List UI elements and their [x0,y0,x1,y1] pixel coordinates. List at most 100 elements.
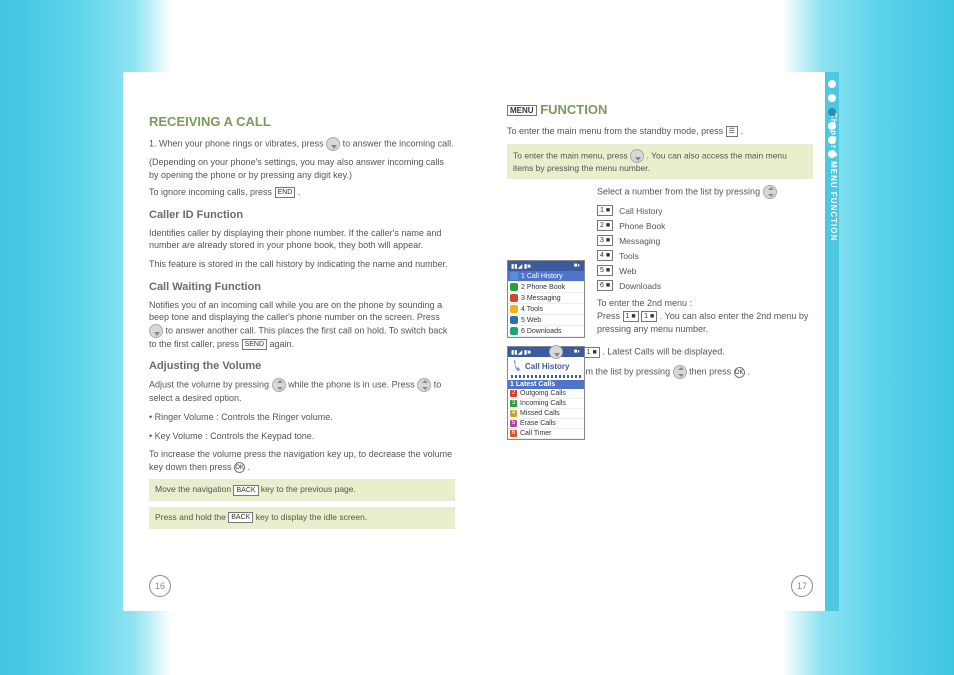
key-5-icon: 5 ■ [597,265,613,276]
phone-submenu-item: 4Missed Calls [508,409,584,419]
phone-submenu-title: Call History [508,357,584,375]
second-menu-p: To enter the 2nd menu : Press 1 ■ 1 ■ . … [597,297,813,335]
menu-row: 2 ■Phone Book [597,220,813,231]
text: Missed Calls [520,410,560,417]
text: Notifies you of an incoming call while y… [149,300,442,323]
side-band: Chapter 3 MENU FUNCTION [825,72,839,611]
text: again. [270,339,295,349]
nav-updown-icon [763,185,777,199]
battery-icon: ■◐ [574,263,581,269]
text: Messaging [619,236,660,246]
text: while the phone is in use. Press [288,380,415,390]
send-key-icon: SEND [242,339,267,350]
nav-updown-icon [272,378,286,392]
note-main-menu: To enter the main menu, press . You can … [507,144,813,180]
text: 6 Downloads [521,328,561,335]
text: 1 Call History [521,273,563,280]
key-4-icon: 4 ■ [597,250,613,261]
note-back-1: Move the navigation BACK key to the prev… [149,479,455,501]
ok-key-icon: OK [234,462,245,473]
step-options: (Depending on your phone's settings, you… [149,156,455,181]
chapter-label: Chapter 3 MENU FUNCTION [829,112,838,241]
nav-updown-icon [417,378,431,392]
menu-item-icon [510,272,518,280]
menu-row: 5 ■ Web [597,265,813,276]
text: Erase Calls [520,420,556,427]
text: Call History [619,206,662,216]
text: Move the navigation [155,484,233,494]
menu-key-icon: MENU [507,105,537,116]
phone-status-bar: ▮▮◢ ▮■ ■◐ [508,347,584,357]
key-1-icon: 1 ■ [623,311,639,322]
text: Press [597,311,620,321]
phone-screenshot-main-menu: ▮▮◢ ▮■ ■◐ 1 Call History2 Phone Book3 Me… [507,260,585,338]
signal-icon: ▮▮◢ ▮■ [511,349,531,356]
text: 1. When your phone rings or vibrates, pr… [149,138,324,148]
volume-ringer: • Ringer Volume : Controls the Ringer vo… [149,411,455,424]
phone-menu-item: 6 Downloads [508,326,584,337]
text: key to display the idle screen. [256,512,368,522]
text: To enter the 2nd menu : [597,298,692,308]
digit-badge-icon: 4 [510,410,517,417]
menu-item-icon [510,327,518,335]
nav-down-icon [149,324,163,338]
digit-badge-icon: 3 [510,400,517,407]
text: 2 Phone Book [521,284,565,291]
key-3-icon: 3 ■ [597,235,613,246]
select-prompt: Select a number from the list by pressin… [597,185,813,199]
nav-updown-icon [673,365,687,379]
enter-main-menu: To enter the main menu from the standby … [507,125,813,138]
text: 4 Tools [521,306,543,313]
caller-id-p2: This feature is stored in the call histo… [149,258,455,271]
volume-key: • Key Volume : Controls the Keypad tone. [149,430,455,443]
phone-screenshots-column: ▮▮◢ ▮■ ■◐ 1 Call History2 Phone Book3 Me… [507,260,587,448]
band-dot-icon [828,94,836,102]
heading-call-waiting: Call Waiting Function [149,281,455,293]
text: FUNCTION [540,102,607,117]
phone-status-bar: ▮▮◢ ▮■ ■◐ [508,261,584,271]
digit-badge-icon: 2 [510,390,517,397]
example-line: Ex) Press 1 ■ 1 ■ . Latest Calls will be… [507,345,813,359]
text: . [298,187,301,197]
phone-submenu-item: 2Outgoing Calls [508,389,584,399]
phone-submenu-selected: 1 Latest Calls [508,380,584,389]
menu-item-icon [510,316,518,324]
phone-icon [511,359,521,373]
key-2-icon: 2 ■ [597,220,613,231]
text: Tools [619,251,639,261]
text: Downloads [619,281,661,291]
manual-left-page: RECEIVING A CALL 1. When your phone ring… [123,72,481,611]
text: Select a number from the list by pressin… [597,187,760,197]
text: to answer another call. This places the … [149,325,447,349]
phone-submenu-item: 3Incoming Calls [508,399,584,409]
text: . [248,462,251,472]
text: Web [619,266,636,276]
caller-id-p1: Identifies caller by displaying their ph… [149,227,455,252]
text: Press and hold the [155,512,228,522]
text: to answer the incoming call. [343,138,454,148]
phone-menu-item: 5 Web [508,315,584,326]
menu-item-icon [510,294,518,302]
band-dot-icon [828,108,836,116]
text: Incoming Calls [520,400,566,407]
text: . Latest Calls will be displayed. [602,347,725,357]
text: . [740,126,743,136]
note-back-2: Press and hold the BACK key to display t… [149,507,455,529]
text: Call Timer [520,430,552,437]
band-dot-icon [828,136,836,144]
text: To enter the main menu, press [513,150,630,160]
text: then press [689,367,731,377]
text: To increase the volume press the navigat… [149,449,452,472]
end-key-icon: END [275,187,296,198]
menu-item-icon [510,305,518,313]
menu-body: Select a number from the list by pressin… [597,185,813,335]
menu-row: 1 ■Call History [597,205,813,216]
page-number-right: 17 [791,575,813,597]
divider-dots-icon [511,375,581,378]
phone-submenu-item: 5Erase Calls [508,419,584,429]
digit-badge-icon: 5 [510,420,517,427]
phone-menu-item: 4 Tools [508,304,584,315]
text: To ignore incoming calls, press [149,187,272,197]
heading-caller-id: Caller ID Function [149,209,455,221]
battery-icon: ■◐ [574,349,581,355]
